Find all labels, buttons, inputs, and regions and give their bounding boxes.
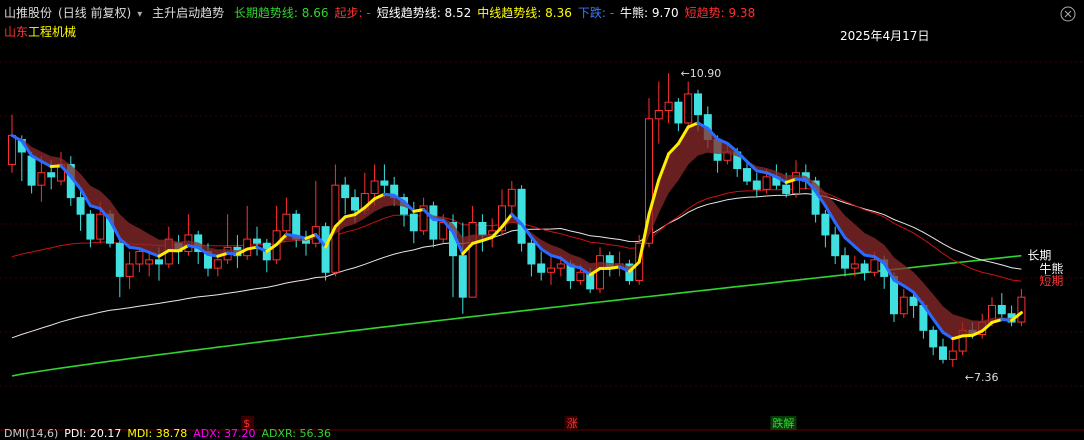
dmi-value-0: DMI(14,6) <box>4 427 59 440</box>
long-term-trend-line <box>11 254 1022 377</box>
indicator-value-0: 长期趋势线: 8.66 <box>233 6 329 20</box>
candle-body <box>429 205 438 240</box>
candle-body <box>37 172 46 186</box>
indicator-value-4: 下跌: - <box>577 6 615 20</box>
candle-body <box>841 255 849 269</box>
candle-body <box>831 234 840 257</box>
candle-body <box>860 263 869 273</box>
stock-name: 山推股份 <box>4 6 53 20</box>
candle-body <box>380 180 389 186</box>
indicator-value-5: 牛熊: 9.70 <box>620 6 679 20</box>
candle-body <box>752 180 761 190</box>
candle-body <box>596 255 604 290</box>
candle-body <box>654 110 663 120</box>
indicator-values: 长期趋势线: 8.66 起步: - 短线趋势线: 8.52 中线趋势线: 8.36 下跌… <box>234 6 761 20</box>
candle-body <box>8 134 16 165</box>
mid-trend-segment <box>755 169 769 175</box>
candle-body <box>282 213 291 232</box>
kline-chart[interactable]: ←10.90←7.362025年4月17日牛熊短期长期$ 涨跌解 <box>0 0 1084 440</box>
trend-ribbon <box>12 122 1022 339</box>
candle-body <box>27 155 36 186</box>
candle-body <box>537 263 546 273</box>
candle-body <box>341 184 350 199</box>
signal-label: 跌解 <box>772 416 794 430</box>
candle-body <box>556 263 565 269</box>
trend-lines <box>10 121 1023 341</box>
candle-body <box>743 168 751 182</box>
candle-body <box>899 296 908 315</box>
candle-body <box>762 176 771 190</box>
dmi-indicator-bar: DMI(14,6) PDI: 20.17 MDI: 38.78 ADX: 37.20 A… <box>4 428 337 440</box>
candle-body <box>86 213 95 240</box>
region-label: 山东 <box>4 25 29 39</box>
dmi-value-2: MDI: 38.78 <box>127 427 188 440</box>
candle-body <box>664 101 673 112</box>
candle-body <box>576 271 585 282</box>
indicator-value-6: 短趋势: 9.38 <box>684 6 756 20</box>
candle-body <box>351 197 359 211</box>
candle-body <box>948 350 957 360</box>
long-term-label: 长期 <box>1027 249 1051 263</box>
candle-body <box>458 255 467 298</box>
candle-body <box>1017 296 1026 323</box>
candle-body <box>870 259 879 273</box>
candle-body <box>135 251 144 265</box>
candle-body <box>468 222 477 298</box>
candle-body <box>409 213 418 232</box>
candle-body <box>929 329 938 348</box>
short-term-line <box>11 187 1022 282</box>
candle-body <box>370 180 379 194</box>
close-circle-icon[interactable] <box>1060 6 1076 22</box>
short-term-label: 短期 <box>1039 274 1063 288</box>
candle-body <box>213 259 222 269</box>
candle-body <box>684 93 693 124</box>
date-label: 2025年4月17日 <box>840 29 929 43</box>
candle-body <box>47 172 56 178</box>
candle-body <box>850 263 859 269</box>
candle-body <box>821 213 830 236</box>
signal-label: 涨 <box>567 417 578 430</box>
candle-body <box>76 197 85 215</box>
indicator-value-2: 短线趋势线: 8.52 <box>376 6 472 20</box>
candle-body <box>517 188 526 244</box>
candle-body <box>155 259 163 265</box>
candle-body <box>478 222 487 236</box>
candle-body <box>782 184 791 194</box>
price-low-label: ←7.36 <box>965 371 999 384</box>
sector-name: 工程机械 <box>28 25 77 39</box>
bull-bear-line <box>11 193 1022 339</box>
candle-body <box>96 213 105 240</box>
moving-average-lines <box>11 187 1022 377</box>
dmi-value-1: PDI: 20.17 <box>64 427 122 440</box>
dmi-value-4: ADXR: 56.36 <box>261 427 331 440</box>
sector-label: 山东工程机械 <box>4 24 76 40</box>
indicator-value-3: 中线趋势线: 8.36 <box>477 6 572 20</box>
chevron-down-icon[interactable]: ▾ <box>137 9 142 20</box>
price-high-label: ←10.90 <box>681 67 722 80</box>
dmi-value-3: ADX: 37.20 <box>193 427 256 440</box>
indicator-value-1: 起步: - <box>334 6 371 20</box>
candle-body <box>997 304 1006 315</box>
candle-body <box>145 259 154 265</box>
candle-body <box>253 238 261 244</box>
indicator-name: 主升启动趋势 <box>152 6 225 20</box>
indicator-header: 山推股份 (日线 前复权) ▾ 主升启动趋势 长期趋势线: 8.66 起步: - 短线趋… <box>4 4 767 22</box>
candle-body <box>125 263 134 277</box>
candle-body <box>321 226 330 273</box>
candle-body <box>527 242 536 265</box>
candle-body <box>674 101 683 124</box>
candle-body <box>507 188 516 207</box>
candle-body <box>939 346 947 360</box>
candle-body <box>909 296 918 306</box>
period-label: (日线 前复权) <box>58 6 132 20</box>
candle-body <box>115 242 124 277</box>
candle-body <box>694 93 702 116</box>
candle-body <box>547 267 555 273</box>
